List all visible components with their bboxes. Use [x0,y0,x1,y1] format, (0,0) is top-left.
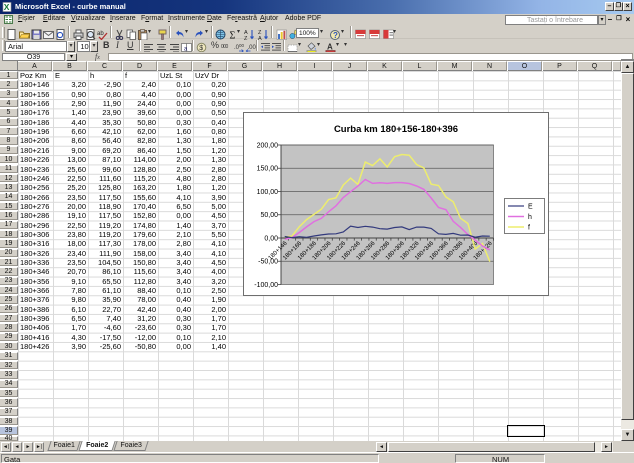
svg-text:00: 00 [239,43,245,48]
svg-text:200,00: 200,00 [257,142,279,149]
svg-text:Σ: Σ [230,31,236,41]
svg-text:150,00: 150,00 [257,166,279,173]
svg-text:A: A [327,43,333,52]
svg-text:$: $ [199,45,203,52]
svg-text:-100,00: -100,00 [254,282,278,289]
svg-text:f: f [528,225,530,232]
svg-text:0,00: 0,00 [264,235,278,242]
svg-text:50,00: 50,00 [260,212,278,219]
svg-text:.00: .00 [248,45,257,51]
svg-text:E: E [528,204,533,211]
svg-text:100,00: 100,00 [257,189,279,196]
svg-text:X: X [4,2,10,12]
svg-text:Curba km 180+156-180+396: Curba km 180+156-180+396 [334,124,458,135]
svg-text:-50,00: -50,00 [258,259,278,266]
svg-text:ab: ab [97,31,104,37]
svg-text:?: ? [333,31,338,40]
svg-text:h: h [528,214,532,221]
